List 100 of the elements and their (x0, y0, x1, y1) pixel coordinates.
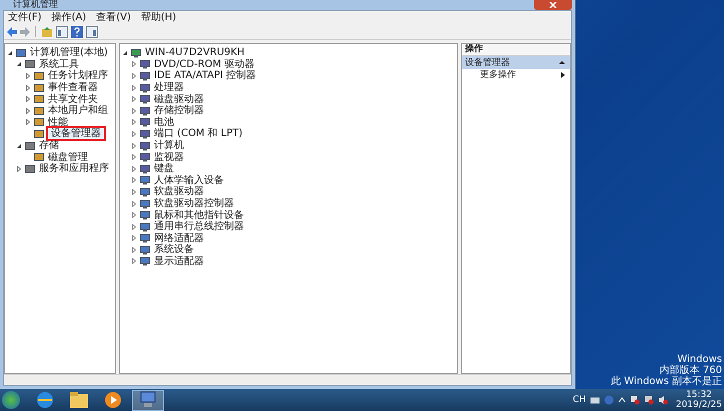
device-category[interactable]: IDE ATA/ATAPI 控制器 (152, 69, 258, 82)
action-link[interactable]: 更多操作 (480, 70, 516, 80)
watermark-text: 内部版本 760 (660, 365, 722, 376)
expand-arrow-icon[interactable] (131, 212, 137, 218)
media-player-icon[interactable] (102, 390, 124, 410)
tree-item[interactable]: 设备管理器 (46, 126, 106, 142)
computer-icon (138, 391, 158, 409)
collapse-arrow-icon[interactable] (16, 142, 22, 149)
collapse-arrow-icon[interactable] (559, 60, 565, 65)
device-category[interactable]: 键盘 (152, 162, 176, 176)
device-category[interactable]: 存储控制器 (152, 104, 206, 118)
device-icon (140, 70, 150, 81)
start-button[interactable] (2, 391, 20, 409)
device-icon (140, 175, 150, 186)
tree-item[interactable]: 服务和应用程序 (37, 162, 111, 176)
expand-arrow-icon[interactable] (25, 108, 31, 114)
device-category[interactable]: DVD/CD-ROM 驱动器 (152, 58, 256, 71)
keyboard-icon[interactable] (590, 395, 600, 405)
expand-arrow-icon[interactable] (25, 96, 31, 102)
tree-item[interactable]: 磁盘管理 (46, 150, 90, 164)
forward-arrow-icon[interactable] (20, 26, 30, 36)
tree-item[interactable]: 性能 (46, 116, 70, 129)
expand-arrow-icon[interactable] (131, 84, 137, 91)
clock-date: 2019/2/25 (676, 400, 722, 410)
device-category[interactable]: 人体学输入设备 (152, 174, 226, 187)
expand-arrow-icon[interactable] (131, 154, 137, 160)
tree-node-icon (16, 48, 26, 58)
actions-section[interactable]: 设备管理器 (462, 56, 570, 69)
device-category[interactable]: 端口 (COM 和 LPT) (152, 127, 245, 140)
expand-arrow-icon[interactable] (131, 166, 137, 172)
collapse-arrow-icon[interactable] (7, 50, 13, 56)
menu-item[interactable]: 帮助(H) (140, 12, 176, 24)
clock[interactable]: 15:32 2019/2/25 (676, 390, 722, 410)
expand-arrow-icon[interactable] (131, 61, 137, 68)
expand-arrow-icon[interactable] (131, 177, 137, 184)
menu-item[interactable]: 操作(A) (52, 12, 86, 24)
folder-icon[interactable] (68, 390, 90, 410)
tree-item[interactable]: 本地用户和组 (46, 104, 110, 118)
expand-arrow-icon[interactable] (131, 188, 137, 195)
expand-arrow-icon[interactable] (131, 96, 137, 102)
back-arrow-icon[interactable] (7, 26, 17, 36)
console-tree-icon[interactable] (56, 26, 68, 38)
device-icon (140, 256, 150, 266)
device-category[interactable]: 软盘驱动器 (152, 185, 206, 198)
expand-arrow-icon[interactable] (131, 258, 137, 264)
menu-item[interactable]: 文件(F) (8, 12, 42, 24)
expand-arrow-icon[interactable] (131, 246, 137, 253)
device-category[interactable]: 系统设备 (152, 243, 196, 256)
device-category[interactable]: 通用串行总线控制器 (152, 220, 246, 234)
device-category[interactable]: 软盘驱动器控制器 (152, 197, 236, 210)
submenu-arrow-icon (561, 72, 565, 78)
tree-item[interactable]: 任务计划程序 (46, 69, 110, 82)
device-category[interactable]: 计算机 (152, 139, 186, 152)
expand-arrow-icon[interactable] (131, 108, 137, 114)
device-icon (140, 117, 150, 128)
expand-arrow-icon[interactable] (131, 130, 137, 137)
device-category[interactable]: 处理器 (152, 81, 186, 94)
expand-arrow-icon[interactable] (131, 200, 137, 207)
taskbar-app-button[interactable] (132, 390, 164, 410)
device-category[interactable]: WIN-4U7D2VRU9KH (143, 46, 247, 60)
collapse-arrow-icon[interactable] (16, 61, 22, 68)
tree-item[interactable]: 计算机管理(本地) (28, 46, 110, 60)
tree-node-icon (34, 117, 44, 128)
tree-item[interactable]: 共享文件夹 (46, 92, 100, 106)
menu-item[interactable]: 查看(V) (96, 12, 131, 24)
expand-arrow-icon[interactable] (16, 166, 22, 172)
expand-arrow-icon[interactable] (131, 119, 137, 126)
expand-arrow-icon[interactable] (25, 72, 31, 79)
expand-arrow-icon[interactable] (131, 224, 137, 230)
close-button[interactable] (534, 0, 572, 10)
watermark-text: 此 Windows 副本不是正 (611, 376, 722, 387)
input-language[interactable]: CH (572, 395, 586, 405)
device-icon (140, 210, 150, 220)
tree-node-icon (34, 82, 44, 93)
expand-arrow-icon[interactable] (131, 72, 137, 79)
folder-up-icon[interactable] (41, 26, 53, 38)
device-category[interactable]: 网络适配器 (152, 232, 206, 245)
device-icon (140, 152, 150, 162)
collapse-arrow-icon[interactable] (122, 50, 128, 56)
globe-icon[interactable] (34, 390, 56, 410)
expand-arrow-icon[interactable] (131, 235, 137, 242)
device-icon (140, 244, 150, 255)
expand-arrow-icon[interactable] (131, 142, 137, 149)
tree-item[interactable]: 存储 (37, 139, 61, 152)
tree-node-icon (34, 106, 44, 116)
section-title: 设备管理器 (465, 56, 510, 68)
device-category[interactable]: 鼠标和其他指针设备 (152, 208, 246, 222)
device-category[interactable]: 电池 (152, 116, 176, 129)
tree-node-icon (34, 128, 44, 139)
device-category[interactable]: 显示适配器 (152, 254, 206, 268)
speaker-icon[interactable] (658, 395, 668, 405)
tree-item[interactable]: 系统工具 (37, 58, 81, 71)
action-pane-icon[interactable] (86, 26, 98, 38)
device-icon (140, 164, 150, 174)
tree-node-icon (25, 164, 35, 174)
device-category[interactable]: 监视器 (152, 150, 186, 164)
expand-arrow-icon[interactable] (25, 119, 31, 126)
expand-arrow-icon[interactable] (25, 84, 31, 91)
device-category[interactable]: 磁盘驱动器 (152, 92, 206, 106)
tree-item[interactable]: 事件查看器 (46, 81, 100, 94)
